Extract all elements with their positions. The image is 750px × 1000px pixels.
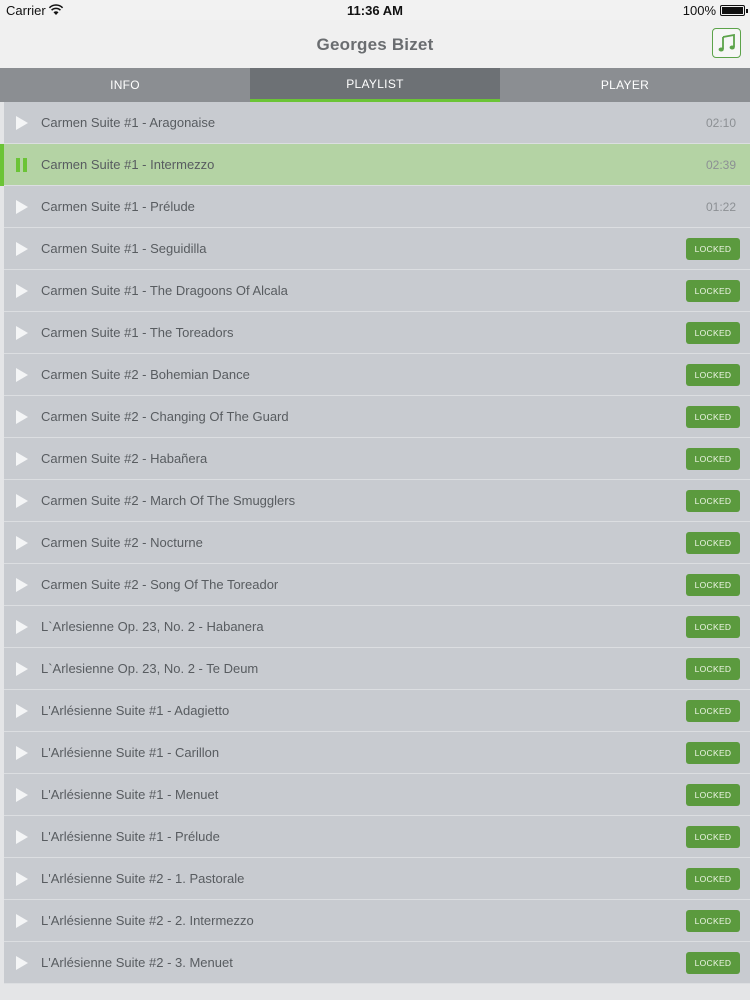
track-row[interactable]: L'Arlésienne Suite #2 - 1. Pastorale LOCK… [4,858,750,900]
page-title: Georges Bizet [316,35,434,54]
track-title: Carmen Suite #1 - Intermezzo [41,157,215,172]
track-title: L'Arlésienne Suite #2 - 1. Pastorale [41,871,245,886]
track-title: L`Arlesienne Op. 23, No. 2 - Te Deum [41,661,259,676]
locked-badge[interactable]: LOCKED [686,826,740,848]
track-title: L`Arlesienne Op. 23, No. 2 - Habanera [41,619,264,634]
track-row[interactable]: L'Arlésienne Suite #2 - 3. Menuet LOCKED [4,942,750,984]
locked-badge[interactable]: LOCKED [686,238,740,260]
track-row[interactable]: L'Arlésienne Suite #1 - Prélude LOCKED [4,816,750,858]
track-title: L'Arlésienne Suite #2 - 3. Menuet [41,955,233,970]
music-button[interactable] [712,28,741,58]
play-icon[interactable] [15,704,29,718]
track-row[interactable]: Carmen Suite #2 - Habañera LOCKED [4,438,750,480]
track-row[interactable]: Carmen Suite #1 - The Toreadors LOCKED [4,312,750,354]
track-row[interactable]: L'Arlésienne Suite #1 - Carillon LOCKED [4,732,750,774]
play-icon[interactable] [15,956,29,970]
play-icon[interactable] [15,368,29,382]
locked-badge[interactable]: LOCKED [686,658,740,680]
locked-badge[interactable]: LOCKED [686,616,740,638]
track-row[interactable]: L'Arlésienne Suite #1 - Menuet LOCKED [4,774,750,816]
tab-playlist[interactable]: PLAYLIST [250,68,500,102]
track-row[interactable]: Carmen Suite #2 - March Of The Smugglers… [4,480,750,522]
locked-badge[interactable]: LOCKED [686,448,740,470]
track-title: Carmen Suite #1 - Prélude [41,199,195,214]
locked-badge[interactable]: LOCKED [686,910,740,932]
nav-header: Georges Bizet [0,20,750,68]
play-icon[interactable] [15,872,29,886]
track-row[interactable]: L'Arlésienne Suite #1 - Adagietto LOCKED [4,690,750,732]
locked-badge[interactable]: LOCKED [686,868,740,890]
locked-badge[interactable]: LOCKED [686,700,740,722]
track-title: Carmen Suite #2 - Song Of The Toreador [41,577,279,592]
track-title: Carmen Suite #2 - Changing Of The Guard [41,409,289,424]
track-title: L'Arlésienne Suite #1 - Adagietto [41,703,230,718]
track-title: Carmen Suite #2 - Nocturne [41,535,203,550]
track-row[interactable]: Carmen Suite #2 - Nocturne LOCKED [4,522,750,564]
tab-info[interactable]: INFO [0,68,250,102]
track-row[interactable]: Carmen Suite #1 - Prélude 01:22 [4,186,750,228]
play-icon[interactable] [15,746,29,760]
track-row[interactable]: Carmen Suite #2 - Song Of The Toreador LO… [4,564,750,606]
track-duration: 02:10 [705,116,736,130]
play-icon[interactable] [15,284,29,298]
track-row[interactable]: Carmen Suite #1 - Seguidilla LOCKED [4,228,750,270]
status-bar: Carrier 11:36 AM 100% [0,0,750,20]
music-note-icon [718,34,735,52]
play-icon[interactable] [15,200,29,214]
play-icon[interactable] [15,620,29,634]
clock: 11:36 AM [347,3,403,18]
track-duration: 02:39 [705,158,736,172]
locked-badge[interactable]: LOCKED [686,742,740,764]
track-row[interactable]: L'Arlésienne Suite #2 - 2. Intermezzo LOC… [4,900,750,942]
play-icon[interactable] [15,452,29,466]
track-title: L'Arlésienne Suite #1 - Prélude [41,829,220,844]
tab-player[interactable]: PLAYER [500,68,750,102]
track-row[interactable]: Carmen Suite #1 - Intermezzo 02:39 [0,144,750,186]
locked-badge[interactable]: LOCKED [686,280,740,302]
track-title: Carmen Suite #2 - Habañera [41,451,208,466]
track-title: L'Arlésienne Suite #1 - Carillon [41,745,220,760]
locked-badge[interactable]: LOCKED [686,952,740,974]
battery-percent: 100% [682,3,716,18]
play-icon[interactable] [15,410,29,424]
locked-badge[interactable]: LOCKED [686,574,740,596]
track-row[interactable]: L`Arlesienne Op. 23, No. 2 - Te Deum LOCK… [4,648,750,690]
track-row[interactable]: Carmen Suite #1 - The Dragoons Of Alcala… [4,270,750,312]
locked-badge[interactable]: LOCKED [686,532,740,554]
track-row[interactable]: Carmen Suite #2 - Bohemian Dance LOCKED [4,354,750,396]
play-icon[interactable] [15,242,29,256]
play-icon[interactable] [15,914,29,928]
track-title: Carmen Suite #2 - Bohemian Dance [41,367,250,382]
track-title: L'Arlésienne Suite #1 - Menuet [41,787,219,802]
track-title: Carmen Suite #1 - Seguidilla [41,241,207,256]
track-row[interactable]: Carmen Suite #1 - Aragonaise 02:10 [4,102,750,144]
playlist: Carmen Suite #1 - Aragonaise 02:10 Carmen … [0,102,750,984]
play-icon[interactable] [15,536,29,550]
track-row[interactable]: Carmen Suite #2 - Changing Of The Guard L… [4,396,750,438]
track-title: Carmen Suite #1 - The Dragoons Of Alcala [41,283,288,298]
locked-badge[interactable]: LOCKED [686,406,740,428]
play-icon[interactable] [15,788,29,802]
track-title: Carmen Suite #1 - The Toreadors [41,325,234,340]
locked-badge[interactable]: LOCKED [686,784,740,806]
track-row[interactable]: L`Arlesienne Op. 23, No. 2 - Habanera LOC… [4,606,750,648]
track-title: Carmen Suite #1 - Aragonaise [41,115,216,130]
play-icon[interactable] [15,116,29,130]
play-icon[interactable] [15,326,29,340]
play-icon[interactable] [15,578,29,592]
tab-bar: INFO PLAYLIST PLAYER [0,68,750,102]
locked-badge[interactable]: LOCKED [686,490,740,512]
play-icon[interactable] [15,830,29,844]
track-title: Carmen Suite #2 - March Of The Smugglers [41,493,296,508]
battery-icon [720,5,748,16]
pause-icon[interactable] [16,158,28,172]
track-title: L'Arlésienne Suite #2 - 2. Intermezzo [41,913,254,928]
play-icon[interactable] [15,662,29,676]
play-icon[interactable] [15,494,29,508]
locked-badge[interactable]: LOCKED [686,364,740,386]
locked-badge[interactable]: LOCKED [686,322,740,344]
track-duration: 01:22 [705,200,736,214]
